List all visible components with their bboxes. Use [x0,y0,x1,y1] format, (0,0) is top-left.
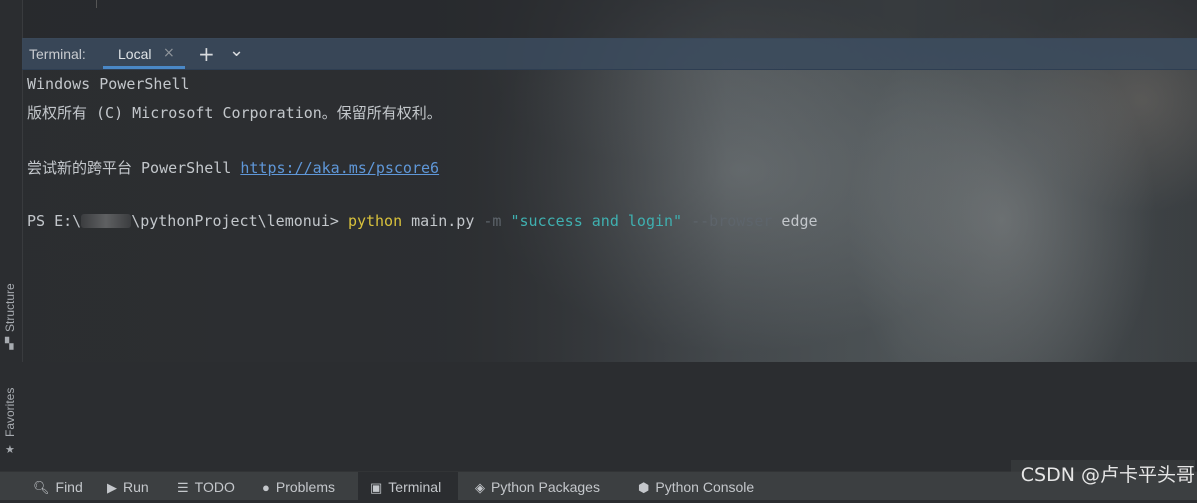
python-packages-tool-button[interactable]: ◈ Python Packages [475,472,600,500]
console-prompt-line: PS E:\ \pythonProject\lemonui> python mai… [27,212,818,230]
star-icon: ★ [5,444,15,456]
divider [96,0,97,8]
chevron-down-icon[interactable]: ⌄ [229,40,244,61]
close-icon[interactable]: × [163,45,175,61]
csdn-watermark: CSDN @卢卡平头哥 [1010,460,1195,487]
active-tab-underline [103,66,185,69]
flag-browser: --browser [691,212,773,230]
terminal-output[interactable]: Windows PowerShell 版权所有 (C) Microsoft Co… [22,70,1197,362]
python-console-label: Python Console [655,479,755,495]
find-tool-button[interactable]: 🔍︎ Find [33,472,83,500]
structure-tool-tab[interactable]: Structure ▚ [0,270,22,352]
favorites-tab-label: Favorites [3,387,17,437]
run-tool-button[interactable]: ▶ Run [107,472,149,500]
command-edge-arg: edge [772,212,818,230]
terminal-tool-button[interactable]: ▣ Terminal [358,472,458,500]
problems-label: Problems [275,479,335,495]
structure-icon: ▚ [5,338,14,350]
python-packages-label: Python Packages [491,479,600,495]
todo-tool-button[interactable]: ☰ TODO [177,472,235,500]
tab-local-label: Local [118,46,152,62]
left-tool-strip: Structure ▚ Favorites ★ [0,0,23,470]
command-string-arg: "success and login" [510,212,683,230]
todo-label: TODO [194,479,235,495]
terminal-header: Terminal: Local × + ⌄ [22,38,1197,70]
structure-tab-label: Structure [3,283,17,332]
python-console-tool-button[interactable]: ⬢ Python Console [638,472,754,500]
prompt-suffix: \pythonProject\lemonui> [131,212,348,230]
command-script: main.py [402,212,484,230]
run-label: Run [123,479,149,495]
flag-m: -m [483,212,502,230]
tab-local[interactable]: Local × [103,38,185,69]
prompt-prefix: PS E:\ [27,212,82,230]
terminal-label: Terminal [388,479,442,495]
favorites-tool-tab[interactable]: Favorites ★ [0,375,22,460]
pscore6-link[interactable]: https://aka.ms/pscore6 [240,159,439,177]
terminal-empty-area[interactable] [22,362,1197,470]
console-line: Windows PowerShell [27,75,190,93]
terminal-title: Terminal: [29,46,86,62]
console-line: 尝试新的跨平台 PowerShell https://aka.ms/pscore… [27,157,439,178]
new-tab-button[interactable]: + [198,42,215,66]
console-text: 尝试新的跨平台 PowerShell [27,159,241,177]
editor-top-strip [22,0,1197,39]
redacted-path [81,214,132,228]
console-line: 版权所有 (C) Microsoft Corporation。保留所有权利。 [27,104,442,122]
problems-tool-button[interactable]: ● Problems [262,472,335,500]
find-label: Find [55,479,83,495]
command-python: python [347,212,403,230]
